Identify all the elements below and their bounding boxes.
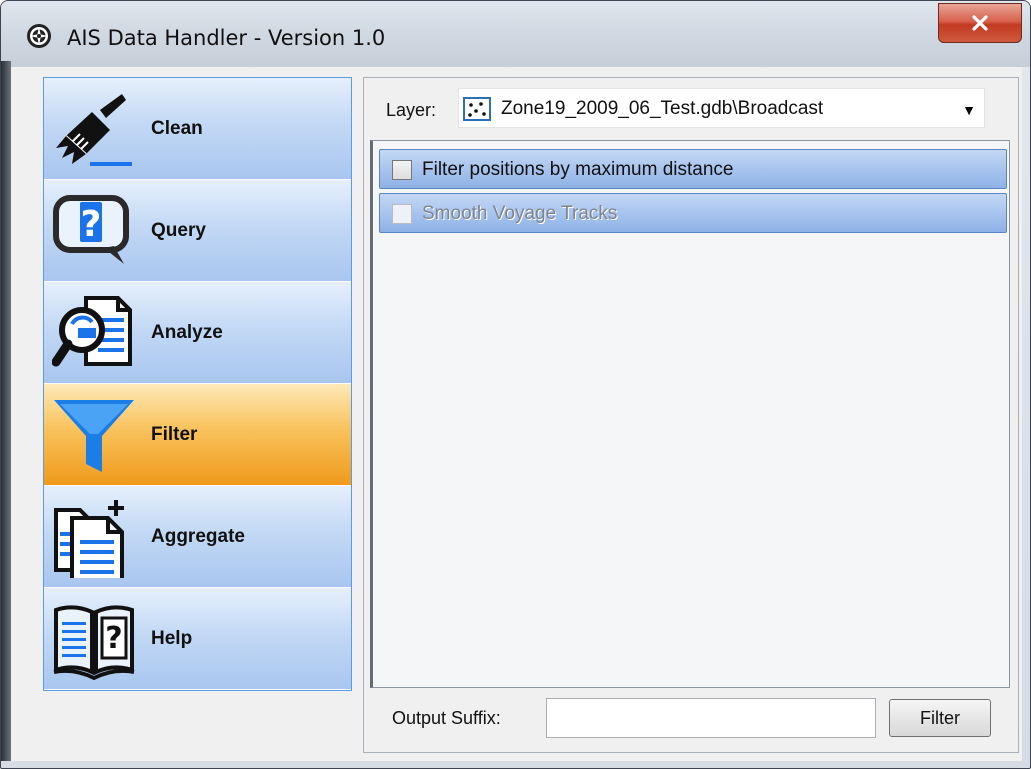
- nav-label: Filter: [151, 424, 198, 445]
- layer-dropdown[interactable]: Zone19_2009_06_Test.gdb\Broadcast ▼: [458, 88, 985, 128]
- funnel-icon: [54, 400, 134, 472]
- add-documents-icon: [54, 500, 124, 578]
- magnifier-document-icon: [52, 296, 132, 367]
- nav-item-query[interactable]: ? Query: [44, 180, 351, 282]
- broom-icon: [56, 94, 132, 166]
- filter-panel: Layer: Zone19_2009_06_Test.gdb\Broadcast…: [363, 77, 1019, 753]
- app-window: AIS Data Handler - Version 1.0 Clean ? Q…: [0, 0, 1031, 769]
- smooth-tracks-checkbox: [392, 204, 412, 224]
- svg-text:?: ?: [81, 204, 102, 245]
- close-icon: [972, 15, 988, 31]
- svg-text:?: ?: [105, 621, 122, 656]
- nav-label: Query: [151, 220, 206, 241]
- window-title: AIS Data Handler - Version 1.0: [67, 26, 386, 50]
- output-suffix-input[interactable]: [546, 698, 876, 738]
- max-distance-checkbox[interactable]: [392, 160, 412, 180]
- filter-button[interactable]: Filter: [889, 699, 991, 737]
- nav-item-analyze[interactable]: Analyze: [44, 282, 351, 384]
- nav-item-aggregate[interactable]: Aggregate: [44, 486, 351, 588]
- point-layer-icon: [463, 97, 491, 121]
- nav-label: Aggregate: [151, 526, 245, 547]
- nav-item-filter[interactable]: Filter: [44, 384, 351, 486]
- nav-label: Analyze: [151, 322, 223, 343]
- help-book-icon: ?: [53, 605, 135, 680]
- dropdown-arrow-icon[interactable]: ▼: [962, 102, 976, 118]
- compass-app-icon: [27, 24, 51, 48]
- filter-label: Smooth Voyage Tracks: [422, 203, 618, 224]
- window-border: [1, 61, 11, 761]
- client-area: Clean ? Query Analyze Filter Aggregate ?…: [11, 67, 1022, 761]
- title-bar[interactable]: AIS Data Handler - Version 1.0: [1, 1, 1030, 67]
- filter-row-max-distance[interactable]: Filter positions by maximum distance: [379, 149, 1007, 189]
- nav-item-clean[interactable]: Clean: [44, 78, 351, 180]
- filter-list: Filter positions by maximum distance Smo…: [370, 140, 1010, 688]
- nav-item-help[interactable]: ? Help: [44, 588, 351, 690]
- close-button[interactable]: [938, 3, 1022, 43]
- filter-label: Filter positions by maximum distance: [422, 159, 734, 180]
- layer-label: Layer:: [386, 100, 437, 120]
- question-bubble-icon: ?: [53, 195, 129, 264]
- layer-value: Zone19_2009_06_Test.gdb\Broadcast: [501, 98, 824, 119]
- tool-nav: Clean ? Query Analyze Filter Aggregate ?…: [43, 77, 352, 691]
- nav-label: Clean: [151, 118, 203, 139]
- output-suffix-label: Output Suffix:: [392, 708, 501, 728]
- nav-label: Help: [151, 628, 193, 649]
- filter-row-smooth-tracks: Smooth Voyage Tracks: [379, 193, 1007, 233]
